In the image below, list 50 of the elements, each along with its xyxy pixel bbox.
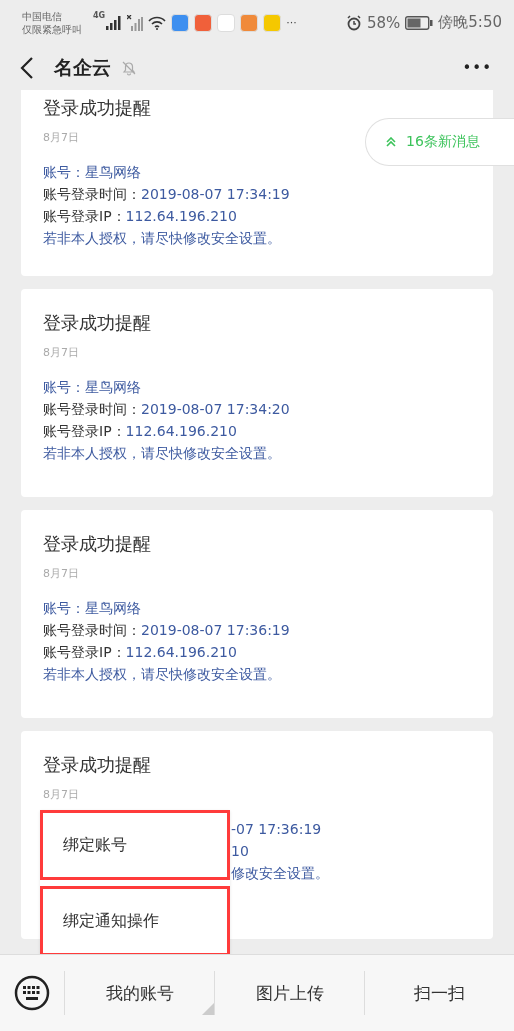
message-line: 10 <box>231 842 249 861</box>
carrier-text: 仅限紧急呼叫 <box>22 22 82 36</box>
field-value: 2019-08-07 17:34:20 <box>141 400 290 419</box>
card-title: 登录成功提醒 <box>43 96 151 120</box>
no-signal-icon <box>127 14 144 31</box>
message-line: 若非本人授权，请尽快修改安全设置。 <box>43 229 281 248</box>
card-date: 8月7日 <box>43 345 79 360</box>
field-label: 账号登录时间： <box>43 185 141 204</box>
more-button[interactable]: ••• <box>462 58 492 77</box>
double-up-icon <box>386 137 396 147</box>
wifi-icon <box>148 15 167 30</box>
bottom-menu-button[interactable]: 扫一扫 <box>364 971 514 1015</box>
field-value: 2019-08-07 17:34:19 <box>141 185 290 204</box>
menu-item[interactable]: 绑定账号 <box>40 810 230 880</box>
bottom-menu-button[interactable]: 图片上传 <box>214 971 364 1015</box>
field-value: 2019-08-07 17:36:19 <box>141 621 290 640</box>
message-line: 修改安全设置。 <box>231 864 329 883</box>
message-line: 账号：星鸟网络 <box>43 163 141 182</box>
card-title: 登录成功提醒 <box>43 532 151 556</box>
field-label: 账号登录IP： <box>43 207 126 226</box>
message-line: 账号：星鸟网络 <box>43 378 141 397</box>
chat-title: 名企云 <box>54 54 111 80</box>
message-line: -07 17:36:19 <box>231 820 322 839</box>
network-label: 4G <box>93 11 106 20</box>
card-title: 登录成功提醒 <box>43 311 151 335</box>
new-messages-count: 16条新消息 <box>406 133 480 151</box>
signal-icon <box>106 15 123 30</box>
carrier-text: 中国电信 <box>22 9 63 23</box>
battery-percent: 58% <box>366 13 401 32</box>
bottom-menu-button[interactable]: 我的账号 <box>64 971 214 1015</box>
message-line: 账号：星鸟网络 <box>43 599 141 618</box>
more-notifications: ··· <box>286 16 297 29</box>
back-icon[interactable] <box>20 55 34 80</box>
field-label: 账号登录时间： <box>43 621 141 640</box>
field-label: 账号登录时间： <box>43 400 141 419</box>
field-value: 112.64.196.210 <box>125 643 237 662</box>
field-value: 112.64.196.210 <box>125 422 237 441</box>
field-label: 账号登录IP： <box>43 643 126 662</box>
message-line: 若非本人授权，请尽快修改安全设置。 <box>43 444 281 463</box>
card-date: 8月7日 <box>43 566 79 581</box>
field-label: 账号登录IP： <box>43 422 126 441</box>
card-date: 8月7日 <box>43 787 79 802</box>
keyboard-icon[interactable] <box>14 975 50 1011</box>
card-date: 8月7日 <box>43 130 79 145</box>
alarm-icon <box>345 14 362 31</box>
message-line: 若非本人授权，请尽快修改安全设置。 <box>43 665 281 684</box>
card-title: 登录成功提醒 <box>43 753 151 777</box>
battery-icon <box>405 15 434 30</box>
clock: 傍晚5:50 <box>438 13 502 32</box>
field-value: 112.64.196.210 <box>125 207 237 226</box>
